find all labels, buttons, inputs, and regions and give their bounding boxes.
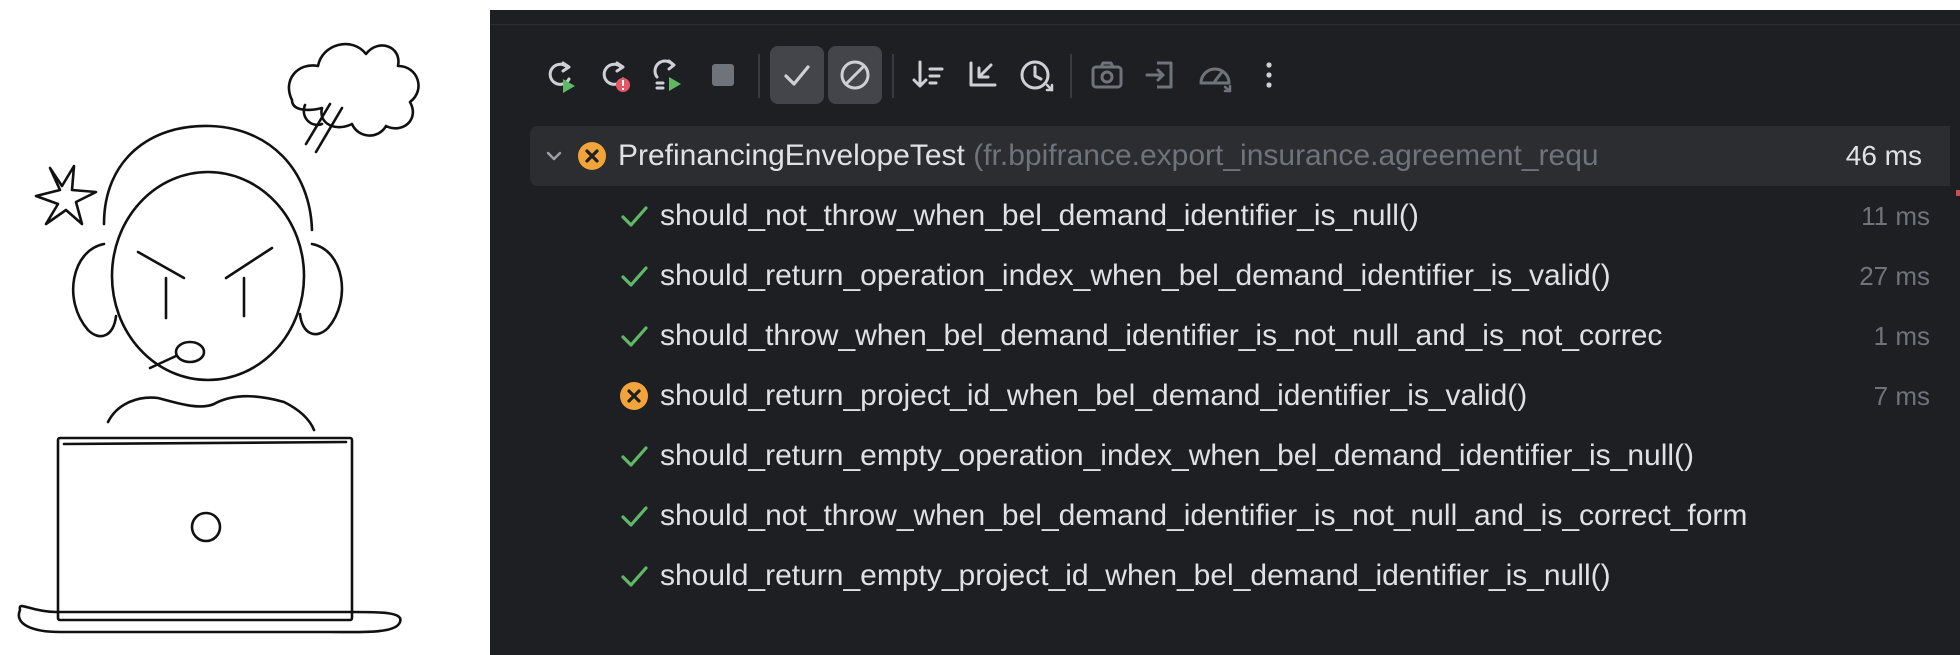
- test-failed-icon: [578, 142, 606, 170]
- test-suite-package: (fr.bpifrance.export_insurance.agreement…: [964, 139, 1599, 172]
- test-duration: 27 ms: [1859, 261, 1930, 291]
- rerun-automatically-icon: [653, 59, 681, 91]
- test-duration: 11 ms: [1861, 201, 1930, 231]
- test-passed-icon: [621, 326, 648, 347]
- toolbar-separator: [892, 54, 894, 98]
- test-row[interactable]: should_return_empty_project_id_when_bel_…: [530, 546, 1960, 606]
- test-passed-icon: [621, 566, 648, 587]
- show-ignored-toggle[interactable]: [828, 46, 882, 104]
- chevron-down-icon[interactable]: [542, 144, 566, 168]
- show-passed-toggle[interactable]: [770, 46, 824, 104]
- rerun-icon: [548, 61, 575, 93]
- stop-icon: [712, 64, 734, 86]
- sort-by-duration-icon: [1020, 60, 1054, 92]
- more-options-icon: [1266, 62, 1272, 88]
- collapse-all-button[interactable]: [956, 46, 1010, 104]
- screenshot-button[interactable]: [1080, 46, 1134, 104]
- test-passed-icon: [621, 446, 648, 467]
- test-passed-icon: [621, 206, 648, 227]
- test-suite-duration: 46 ms: [1845, 140, 1922, 171]
- rerun-failed-button[interactable]: [588, 46, 642, 104]
- test-suite-row[interactable]: PrefinancingEnvelopeTest (fr.bpifrance.e…: [530, 126, 1950, 186]
- test-name: should_return_empty_operation_index_when…: [660, 439, 1695, 472]
- more-options-button[interactable]: [1242, 46, 1296, 104]
- rerun-failed-icon: [602, 61, 630, 92]
- stop-button[interactable]: [696, 46, 750, 104]
- test-duration: 1 ms: [1871, 321, 1930, 352]
- sort-alphabetically-button[interactable]: [902, 46, 956, 104]
- show-ignored-icon: [840, 60, 870, 90]
- toolbar-separator: [1070, 54, 1072, 98]
- frustrated-developer-sketch: [17, 42, 420, 634]
- test-row[interactable]: should_return_empty_operation_index_when…: [530, 426, 1960, 486]
- toolbar-separator: [758, 54, 760, 98]
- test-name: should_throw_when_bel_demand_identifier_…: [660, 319, 1663, 352]
- test-row[interactable]: should_return_project_id_when_bel_demand…: [530, 366, 1960, 426]
- test-history-button[interactable]: [1188, 46, 1242, 104]
- screenshot-icon: [1091, 61, 1123, 89]
- collapse-all-icon: [969, 61, 997, 87]
- test-name: should_not_throw_when_bel_demand_identif…: [660, 199, 1419, 232]
- test-failed-icon: [620, 382, 648, 410]
- test-duration: 7 ms: [1873, 381, 1930, 411]
- test-passed-icon: [621, 506, 648, 527]
- panel-header-strip: [490, 10, 1960, 25]
- import-tests-icon: [1145, 61, 1173, 89]
- rerun-automatically-button[interactable]: [642, 46, 696, 104]
- anger-spark-icon: [34, 164, 98, 226]
- test-row[interactable]: should_return_operation_index_when_bel_d…: [530, 246, 1960, 306]
- rerun-button[interactable]: [534, 46, 588, 104]
- test-runner-panel: PrefinancingEnvelopeTest (fr.bpifrance.e…: [490, 10, 1960, 655]
- test-name: should_return_project_id_when_bel_demand…: [660, 379, 1528, 412]
- sort-alphabetically-icon: [912, 60, 944, 88]
- test-row[interactable]: should_not_throw_when_bel_demand_identif…: [530, 186, 1960, 246]
- error-stripe-marker: [1956, 190, 1960, 196]
- sort-by-duration-button[interactable]: [1010, 46, 1064, 104]
- test-row[interactable]: should_not_throw_when_bel_demand_identif…: [530, 486, 1960, 546]
- test-passed-icon: [621, 266, 648, 287]
- test-name: should_return_empty_project_id_when_bel_…: [660, 559, 1611, 592]
- test-row[interactable]: should_throw_when_bel_demand_identifier_…: [530, 306, 1960, 366]
- test-suite-name: PrefinancingEnvelopeTest: [618, 139, 965, 172]
- test-suite-label: PrefinancingEnvelopeTest (fr.bpifrance.e…: [618, 139, 1599, 173]
- show-passed-icon: [784, 65, 810, 86]
- import-tests-button[interactable]: [1134, 46, 1188, 104]
- test-name: should_not_throw_when_bel_demand_identif…: [660, 499, 1748, 532]
- test-name: should_return_operation_index_when_bel_d…: [660, 259, 1611, 292]
- test-history-icon: [1199, 67, 1232, 93]
